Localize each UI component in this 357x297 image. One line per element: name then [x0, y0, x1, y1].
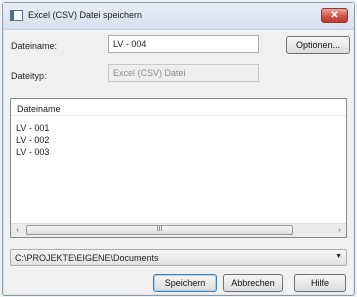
- cancel-button[interactable]: Abbrechen: [223, 274, 283, 292]
- filename-input[interactable]: LV - 004: [108, 35, 259, 53]
- folder-path-value: C:\PROJEKTE\EIGENE\Documents: [15, 253, 159, 263]
- folder-path-dropdown[interactable]: C:\PROJEKTE\EIGENE\Documents ▼: [10, 249, 347, 266]
- close-button[interactable]: ✕: [321, 8, 348, 23]
- save-dialog: Excel (CSV) Datei speichern ✕ Dateiname:…: [2, 2, 355, 296]
- filetype-label: Dateityp:: [11, 71, 47, 81]
- save-button[interactable]: Speichern: [153, 274, 217, 292]
- list-item[interactable]: LV - 002: [16, 135, 49, 145]
- title-bar: Excel (CSV) Datei speichern ✕: [3, 3, 354, 30]
- filename-label: Dateiname:: [11, 41, 58, 51]
- scroll-right-icon[interactable]: ›: [333, 224, 346, 237]
- scrollbar-thumb[interactable]: III: [26, 225, 293, 235]
- dropdown-arrow-icon[interactable]: ▼: [335, 253, 342, 260]
- app-icon: [10, 10, 23, 21]
- filetype-field: Excel (CSV) Datei: [108, 64, 259, 82]
- options-button[interactable]: Optionen...: [286, 36, 350, 54]
- list-item[interactable]: LV - 003: [16, 147, 49, 157]
- scroll-left-icon[interactable]: ‹: [11, 224, 24, 237]
- list-item[interactable]: LV - 001: [16, 123, 49, 133]
- horizontal-scrollbar[interactable]: ‹ III ›: [11, 223, 346, 237]
- file-list[interactable]: Dateiname LV - 001 LV - 002 LV - 003 ‹ I…: [10, 98, 347, 238]
- help-button[interactable]: Hilfe: [294, 274, 346, 292]
- column-header-filename[interactable]: Dateiname: [11, 99, 346, 116]
- window-title: Excel (CSV) Datei speichern: [28, 10, 143, 20]
